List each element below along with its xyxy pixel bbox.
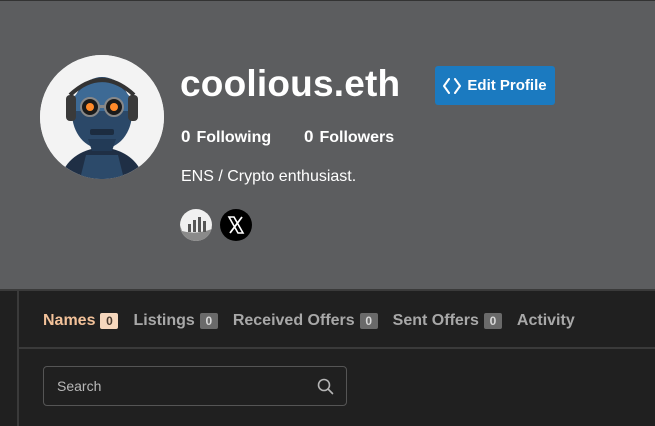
tab-names[interactable]: Names 0 — [43, 312, 119, 330]
profile-tabs: Names 0 Listings 0 Received Offers 0 Sen… — [43, 309, 575, 333]
following-label: Following — [196, 129, 272, 146]
count-badge: 0 — [359, 313, 378, 329]
avatar[interactable] — [40, 55, 164, 179]
tab-label: Sent Offers — [392, 312, 479, 329]
search-input[interactable] — [44, 367, 304, 405]
chart-bars-icon[interactable] — [180, 209, 212, 241]
profile-name: coolious.eth — [180, 63, 401, 104]
following-stat[interactable]: 0 Following — [181, 127, 271, 147]
search-icon[interactable] — [317, 378, 334, 400]
profile-header: coolious.eth Edit Profile 0 Following 0 Fo… — [0, 0, 655, 289]
profile-bio: ENS / Crypto enthusiast. — [181, 168, 357, 185]
tab-activity[interactable]: Activity — [517, 312, 575, 330]
ens-logo-icon — [443, 77, 462, 95]
count-badge: 0 — [483, 313, 502, 329]
tab-sent-offers[interactable]: Sent Offers 0 — [393, 312, 502, 330]
edit-profile-label: Edit Profile — [467, 77, 547, 94]
tabs-divider — [19, 347, 655, 349]
following-count: 0 — [181, 127, 191, 146]
search-box — [43, 366, 347, 406]
robot-avatar-image — [40, 55, 164, 179]
sidebar-divider — [17, 291, 19, 426]
tab-label: Names — [43, 312, 96, 329]
x-logo-icon[interactable] — [220, 209, 252, 241]
tab-label: Activity — [516, 312, 575, 329]
count-badge: 0 — [199, 313, 218, 329]
tab-label: Listings — [133, 312, 195, 329]
tab-received-offers[interactable]: Received Offers 0 — [233, 312, 378, 330]
followers-label: Followers — [319, 129, 395, 146]
tab-label: Received Offers — [232, 312, 355, 329]
tab-listings[interactable]: Listings 0 — [133, 312, 218, 330]
count-badge: 0 — [100, 313, 119, 329]
followers-stat[interactable]: 0 Followers — [304, 127, 394, 147]
header-divider — [0, 289, 655, 291]
followers-count: 0 — [304, 127, 314, 146]
edit-profile-button[interactable]: Edit Profile — [435, 66, 555, 105]
